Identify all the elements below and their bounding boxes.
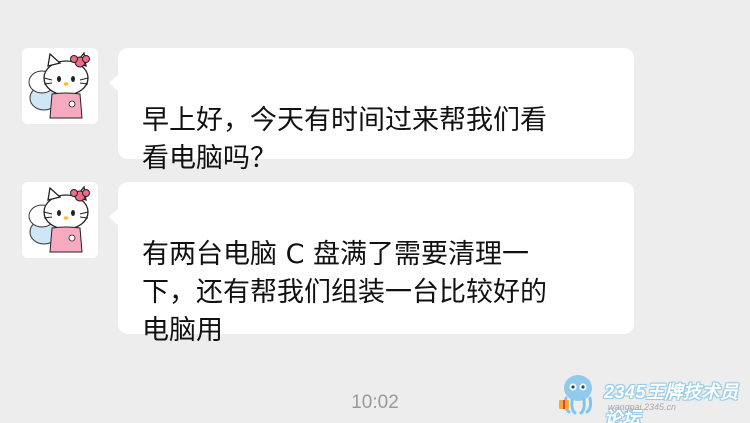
sender-avatar[interactable] [22, 182, 98, 258]
hello-kitty-avatar-icon [22, 182, 98, 258]
watermark-title: 2345王牌技术员论坛 [604, 382, 739, 423]
message-text: 早上好，今天有时间过来帮我们看 看电脑吗？ [142, 105, 547, 174]
octopus-mascot-icon [559, 375, 593, 415]
message-bubble[interactable]: 早上好，今天有时间过来帮我们看 看电脑吗？ [109, 48, 634, 174]
sender-avatar[interactable] [22, 48, 98, 124]
message-text: 有两台电脑 C 盘满了需要清理一 下，还有帮我们组装一台比较好的 电脑用 [142, 239, 547, 346]
site-watermark: 2345王牌技术员论坛 wangpai.2345.cn [556, 370, 746, 423]
message-bubble[interactable]: 有两台电脑 C 盘满了需要清理一 下，还有帮我们组装一台比较好的 电脑用 [109, 182, 634, 346]
hello-kitty-avatar-icon [22, 48, 98, 124]
watermark-url: wangpai.2345.cn [608, 402, 677, 412]
